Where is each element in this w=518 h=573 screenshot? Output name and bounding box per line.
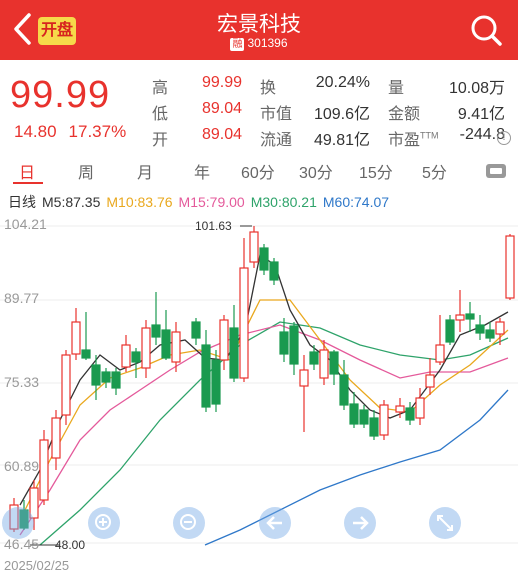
ma5-value: M5:87.35 bbox=[42, 194, 101, 210]
tab-60min[interactable]: 60分 bbox=[241, 159, 275, 183]
candles bbox=[9, 226, 515, 532]
scroll-right-icon[interactable] bbox=[344, 507, 376, 539]
margin-badge: 融 bbox=[230, 38, 245, 51]
zoom-in-icon[interactable] bbox=[88, 507, 120, 539]
change-amount: 14.80 bbox=[14, 122, 57, 141]
change-percent: 17.37% bbox=[68, 122, 127, 141]
volume-label: 量 bbox=[388, 80, 405, 97]
ma30-value: M30:80.21 bbox=[250, 194, 317, 210]
high-label: 高 bbox=[152, 80, 169, 97]
quote-panel: 99.99 14.80 17.37% 高 99.99 低 89.04 开 89.0… bbox=[0, 60, 518, 156]
expand-more-icon[interactable] bbox=[485, 163, 507, 179]
current-price: 99.99 bbox=[10, 74, 111, 116]
ma15-line bbox=[19, 324, 509, 536]
period-tabs: 日 周 月 年 60分 30分 15分 5分 bbox=[0, 155, 518, 185]
high-value: 99.99 bbox=[201, 74, 242, 91]
y-label-max: 104.21 bbox=[4, 216, 47, 232]
float-cap-value: 49.81亿 bbox=[313, 132, 370, 149]
amount-label: 金额 bbox=[388, 106, 421, 123]
header-bar: 开盘 宏景科技 融 301396 bbox=[0, 0, 518, 60]
tab-month[interactable]: 月 bbox=[137, 159, 153, 183]
scroll-left-icon[interactable] bbox=[259, 507, 291, 539]
open-value: 89.04 bbox=[201, 126, 242, 143]
market-cap-label: 市值 bbox=[260, 106, 293, 123]
stock-name: 宏景科技 bbox=[217, 13, 301, 36]
zoom-out-icon[interactable] bbox=[173, 507, 205, 539]
ma-legend: 日线 M5:87.35 M10:83.76 M15:79.00 M30:80.21 M60… bbox=[8, 192, 395, 212]
volume-value: 10.08万 bbox=[448, 80, 505, 97]
kline-chart[interactable]: 101.63 48.00 104.21 89.77 75.33 60.89 46… bbox=[0, 210, 518, 555]
low-annotation: 48.00 bbox=[55, 538, 85, 552]
y-label-4: 60.89 bbox=[4, 458, 40, 474]
float-cap-label: 流通 bbox=[260, 132, 293, 149]
pe-value: -244.8 bbox=[459, 126, 505, 143]
tab-week[interactable]: 周 bbox=[78, 159, 94, 183]
market-cap-value: 109.6亿 bbox=[313, 106, 370, 123]
turnover-value: 20.24% bbox=[315, 74, 370, 91]
info-icon[interactable]: ! bbox=[497, 131, 511, 145]
tab-year[interactable]: 年 bbox=[194, 159, 210, 183]
fullscreen-toggle-icon[interactable] bbox=[2, 507, 34, 539]
tab-5min[interactable]: 5分 bbox=[422, 159, 447, 183]
stock-code: 301396 bbox=[247, 36, 288, 50]
ma-type[interactable]: 日线 bbox=[8, 194, 36, 210]
low-value: 89.04 bbox=[201, 100, 242, 117]
tab-15min[interactable]: 15分 bbox=[359, 159, 393, 183]
search-icon[interactable] bbox=[468, 12, 504, 48]
active-tab-indicator bbox=[13, 182, 43, 184]
amount-value: 9.41亿 bbox=[457, 106, 505, 123]
stock-detail-screen: 开盘 宏景科技 融 301396 99.99 14.80 17.37% 高 99.9… bbox=[0, 0, 518, 573]
ma10-line bbox=[19, 299, 509, 521]
pe-label-text: 市盈 bbox=[388, 132, 421, 149]
low-label: 低 bbox=[152, 106, 169, 123]
date-label: 2025/02/25 bbox=[4, 558, 70, 573]
y-label-3: 75.33 bbox=[4, 374, 40, 390]
open-label: 开 bbox=[152, 132, 169, 149]
ma60-value: M60:74.07 bbox=[322, 194, 390, 210]
high-annotation: 101.63 bbox=[195, 219, 232, 233]
ma10-value: M10:83.76 bbox=[106, 194, 173, 210]
price-change: 14.80 17.37% bbox=[14, 122, 126, 142]
tab-30min[interactable]: 30分 bbox=[299, 159, 333, 183]
tab-day[interactable]: 日 bbox=[19, 159, 35, 183]
kline-svg: 101.63 48.00 bbox=[0, 219, 518, 552]
y-label-2: 89.77 bbox=[4, 290, 40, 306]
expand-icon[interactable] bbox=[429, 507, 461, 539]
stock-code-line: 融 301396 bbox=[0, 36, 518, 51]
turnover-label: 换 bbox=[260, 80, 277, 97]
ma15-value: M15:79.00 bbox=[178, 194, 245, 210]
